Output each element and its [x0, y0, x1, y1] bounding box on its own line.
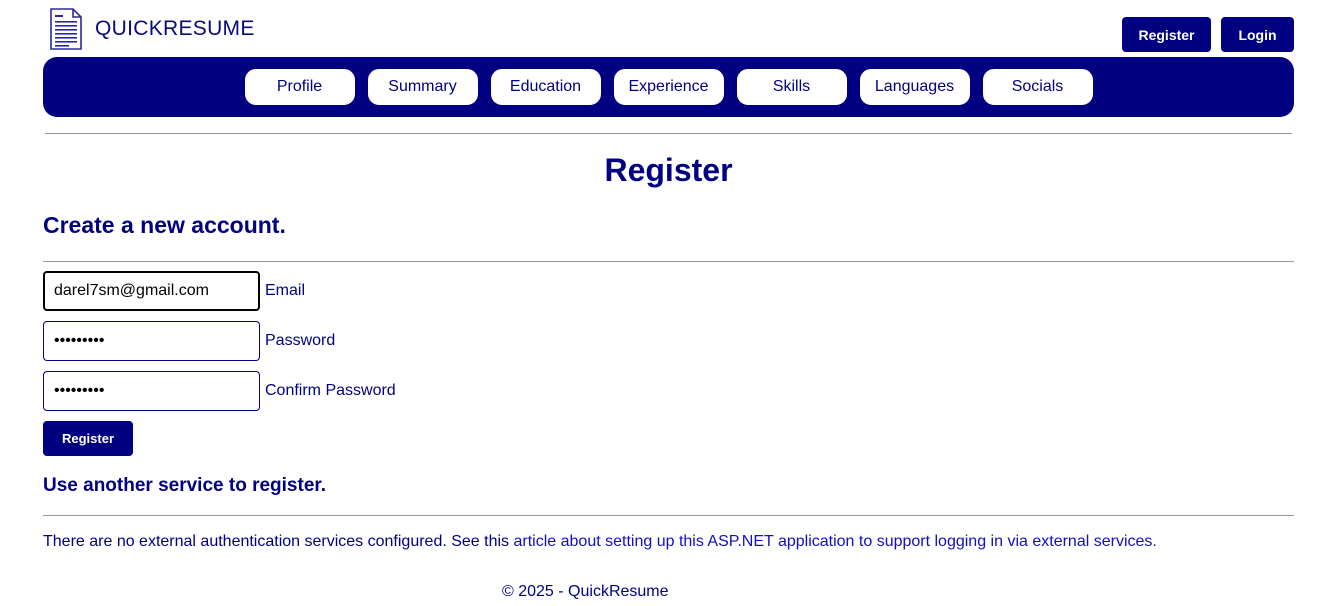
nav-item-socials[interactable]: Socials — [981, 68, 1094, 106]
nav-item-skills[interactable]: Skills — [735, 68, 848, 106]
divider — [43, 515, 1294, 516]
divider — [45, 133, 1292, 134]
external-login-heading: Use another service to register. — [43, 475, 327, 496]
header-login-button[interactable]: Login — [1221, 17, 1294, 52]
nav-item-summary[interactable]: Summary — [366, 68, 479, 106]
nav-item-profile[interactable]: Profile — [243, 68, 356, 106]
main-nav: Profile Summary Education Experience Ski… — [43, 57, 1294, 117]
document-icon — [50, 8, 82, 50]
page-subtitle: Create a new account. — [43, 212, 286, 238]
page-title: Register — [604, 152, 733, 188]
confirm-password-field[interactable] — [43, 371, 260, 411]
password-label: Password — [265, 332, 336, 349]
email-label: Email — [265, 282, 306, 299]
confirm-password-label: Confirm Password — [265, 382, 396, 399]
nav-item-education[interactable]: Education — [489, 68, 602, 106]
nav-item-experience[interactable]: Experience — [612, 68, 725, 106]
footer-copyright: © 2025 - QuickResume — [502, 583, 669, 600]
external-text-after: . — [1152, 533, 1157, 550]
external-auth-article-link[interactable]: article about setting up this ASP.NET ap… — [514, 533, 1153, 550]
divider — [43, 261, 1294, 262]
brand-logo[interactable]: QUICKRESUME — [49, 8, 255, 50]
nav-item-languages[interactable]: Languages — [858, 68, 971, 106]
external-text-before: There are no external authentication ser… — [43, 533, 514, 550]
header-register-button[interactable]: Register — [1122, 17, 1211, 52]
brand-name: QUICKRESUME — [95, 17, 255, 40]
external-login-message: There are no external authentication ser… — [43, 533, 1157, 551]
password-field[interactable] — [43, 321, 260, 361]
email-field[interactable] — [43, 271, 260, 311]
register-submit-button[interactable]: Register — [43, 421, 133, 456]
